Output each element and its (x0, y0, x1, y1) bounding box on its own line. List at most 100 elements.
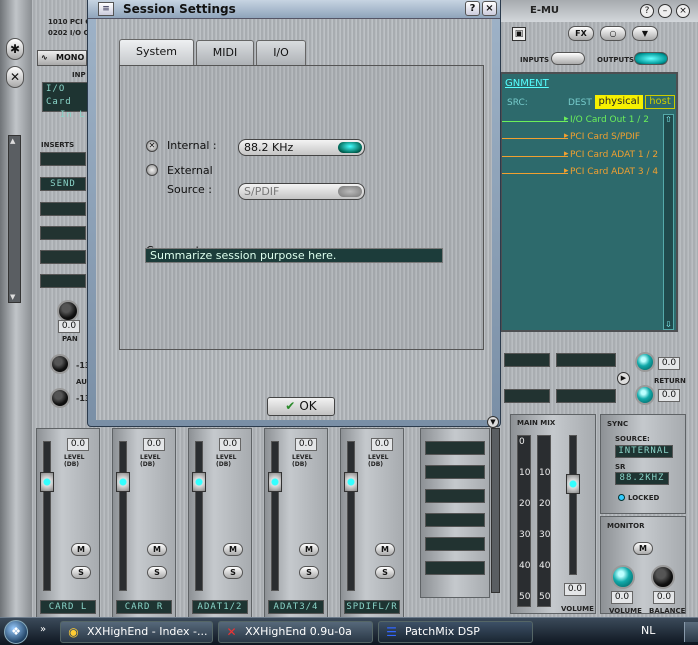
help-button-mixer[interactable]: ? (640, 4, 654, 18)
close-button-mixer[interactable]: × (676, 4, 690, 18)
inputs-toggle[interactable] (551, 52, 585, 65)
dialog-close-button[interactable]: × (482, 1, 497, 16)
scroll-up-icon[interactable]: ⇧ (665, 115, 672, 124)
quick-launch-chevron-icon[interactable]: » (40, 624, 46, 635)
route-row[interactable]: ▸ PCI Card S/PDIF (502, 131, 662, 144)
pan-knob[interactable] (57, 300, 79, 322)
monitor-mute-button[interactable]: M (633, 542, 653, 555)
channel-solo-button[interactable]: S (299, 566, 319, 579)
circle-button[interactable]: ○ (600, 26, 626, 41)
aux2-knob[interactable] (50, 388, 70, 408)
close-x-button[interactable]: ✕ (6, 66, 24, 88)
channel-fader-cap[interactable] (344, 472, 358, 492)
channel-level-value[interactable]: 0.0 (143, 438, 165, 451)
dialog-help-button[interactable]: ? (465, 1, 480, 16)
channel-fader-track[interactable] (40, 441, 54, 591)
main-volume-value[interactable]: 0.0 (564, 583, 586, 596)
channel-mute-button[interactable]: M (223, 543, 243, 556)
output-slot[interactable] (556, 353, 616, 367)
channel-level-value[interactable]: 0.0 (219, 438, 241, 451)
channel-name[interactable]: ADAT1/2 (192, 600, 248, 614)
language-indicator[interactable]: NL (641, 624, 655, 637)
scroll-down-icon[interactable]: ⇩ (665, 320, 672, 329)
output-slot[interactable] (504, 389, 550, 403)
channel-fader-track[interactable] (268, 441, 282, 591)
channel-fader-track[interactable] (192, 441, 206, 591)
return1-knob[interactable] (635, 352, 655, 372)
main-fader-track[interactable] (566, 435, 580, 575)
output-slot[interactable] (504, 353, 550, 367)
channel-solo-button[interactable]: S (71, 566, 91, 579)
dialog-menu-icon[interactable]: ≡ (98, 2, 114, 16)
monitor-volume-knob[interactable] (611, 565, 635, 589)
internal-radio[interactable]: ✕ (146, 140, 158, 152)
channel-level-value[interactable]: 0.0 (295, 438, 317, 451)
disk-icon[interactable]: ▣ (512, 27, 526, 41)
star-button[interactable]: ✱ (6, 38, 24, 60)
task-item-browser[interactable]: ◉ XXHighEnd - Index -... (60, 621, 213, 643)
send-slot[interactable] (425, 465, 485, 479)
channel-fader-track[interactable] (344, 441, 358, 591)
inserts-scrollbar[interactable]: ▲ ▼ (8, 135, 21, 303)
channel-fader-cap[interactable] (116, 472, 130, 492)
comment-field[interactable]: Summarize session purpose here. (145, 248, 443, 263)
dropdown-icon[interactable] (338, 142, 362, 153)
channel-solo-button[interactable]: S (223, 566, 243, 579)
route-row[interactable]: ▸ I/O Card Out 1 / 2 (502, 114, 662, 127)
insert-slot-2[interactable] (40, 202, 86, 216)
tray-icon[interactable] (684, 622, 698, 642)
monitor-balance-knob[interactable] (651, 565, 675, 589)
send-slot[interactable] (425, 489, 485, 503)
insert-slot-4[interactable] (40, 250, 86, 264)
monitor-balance-value[interactable]: 0.0 (653, 591, 675, 604)
channel-mute-button[interactable]: M (375, 543, 395, 556)
return-arrow-button[interactable]: ▶ (617, 372, 630, 385)
internal-rate-select[interactable]: 88.2 KHz (238, 139, 365, 156)
channel-mute-button[interactable]: M (71, 543, 91, 556)
routing-scrollbar[interactable]: ⇧ ⇩ (663, 114, 674, 330)
return2-knob[interactable] (635, 385, 655, 405)
insert-slot-5[interactable] (40, 274, 86, 288)
return2-value[interactable]: 0.0 (658, 389, 680, 402)
channel-fader-cap[interactable] (40, 472, 54, 492)
mono-button[interactable]: ∿ MONO (37, 50, 87, 66)
ok-button[interactable]: ✔ OK (267, 397, 335, 416)
channel-solo-button[interactable]: S (375, 566, 395, 579)
output-slot[interactable] (556, 389, 616, 403)
sends-scrollbar[interactable] (491, 428, 500, 593)
main-fader-cap[interactable] (566, 474, 580, 494)
insert-slot-1[interactable] (40, 152, 86, 166)
start-button[interactable]: ❖ (4, 620, 28, 644)
send-slot[interactable]: SEND (40, 177, 86, 191)
down-arrow-button[interactable]: ▼ (632, 26, 658, 41)
tab-io[interactable]: I/O (256, 40, 306, 65)
channel-level-value[interactable]: 0.0 (371, 438, 393, 451)
route-row[interactable]: ▸ PCI Card ADAT 1 / 2 (502, 149, 672, 162)
send-slot[interactable] (425, 537, 485, 551)
task-item-patchmix[interactable]: ☰ PatchMix DSP (378, 621, 533, 643)
monitor-volume-value[interactable]: 0.0 (611, 591, 633, 604)
channel-name[interactable]: ADAT3/4 (268, 600, 324, 614)
send-slot[interactable] (425, 561, 485, 575)
scroll-down-icon[interactable]: ▼ (10, 293, 15, 301)
channel-fader-cap[interactable] (268, 472, 282, 492)
pan-value[interactable]: 0.0 (58, 320, 80, 333)
channel-level-value[interactable]: 0.0 (67, 438, 89, 451)
channel-fader-track[interactable] (116, 441, 130, 591)
host-toggle[interactable]: host (645, 95, 675, 109)
channel-name[interactable]: CARD L (40, 600, 96, 614)
physical-toggle[interactable]: physical (595, 95, 643, 109)
channel-name[interactable]: CARD R (116, 600, 172, 614)
route-row[interactable]: ▸ PCI Card ADAT 3 / 4 (502, 166, 672, 179)
aux1-knob[interactable] (50, 354, 70, 374)
external-source-select[interactable]: S/PDIF (238, 183, 365, 200)
channel-name[interactable]: SPDIFL/R (344, 600, 400, 614)
outputs-toggle[interactable] (634, 52, 668, 65)
resize-grip-icon[interactable]: ▼ (487, 416, 499, 428)
dialog-titlebar[interactable]: ≡ Session Settings ? × (88, 0, 500, 19)
tab-system[interactable]: System (119, 39, 194, 65)
minimize-button-mixer[interactable]: – (658, 4, 672, 18)
tab-midi[interactable]: MIDI (196, 40, 254, 65)
channel-mute-button[interactable]: M (299, 543, 319, 556)
task-item-xxhighend[interactable]: ✕ XXHighEnd 0.9u-0a (218, 621, 373, 643)
